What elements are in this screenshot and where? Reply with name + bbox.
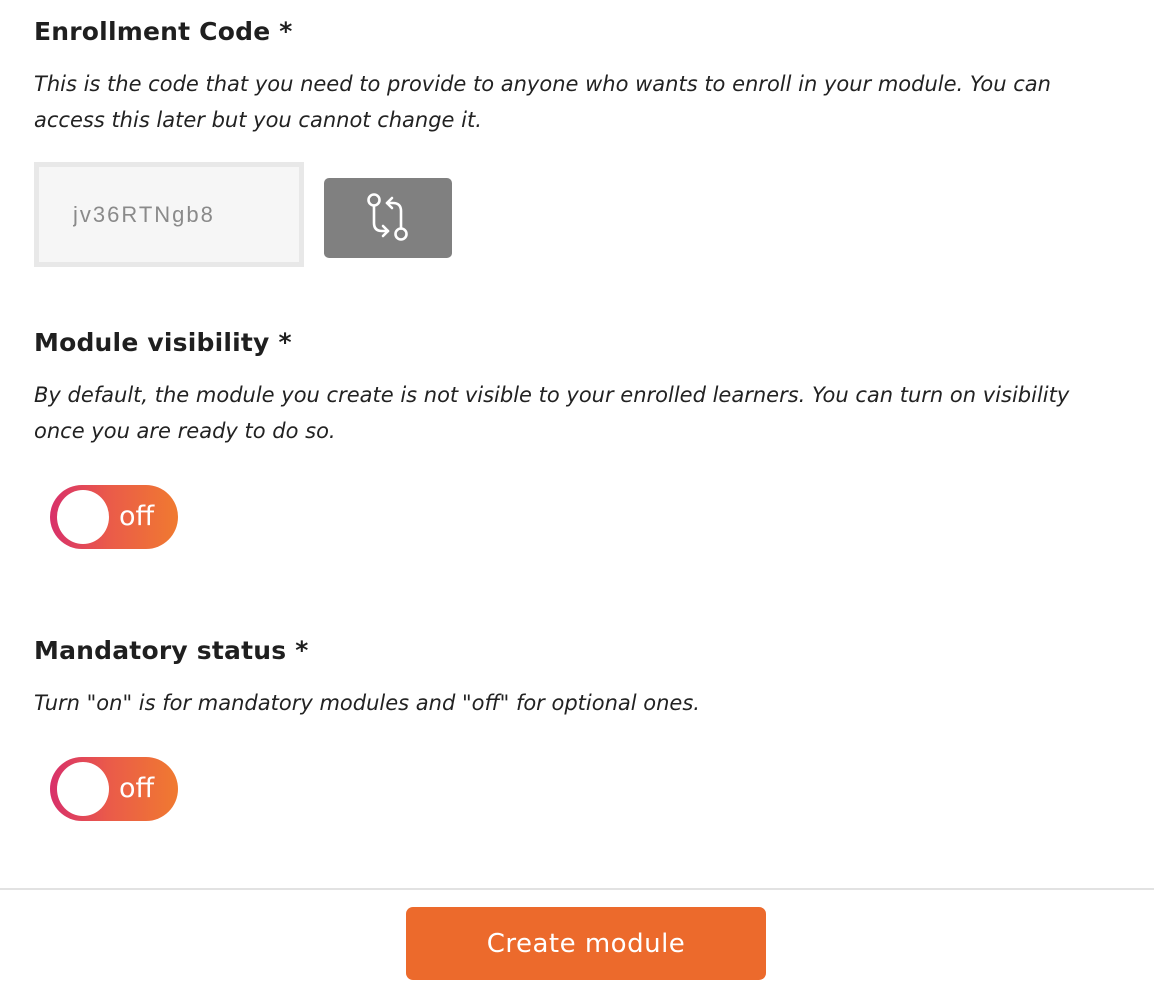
module-visibility-toggle[interactable]: off bbox=[50, 485, 178, 549]
mandatory-status-description: Turn "on" is for mandatory modules and "… bbox=[34, 691, 700, 715]
enrollment-code-title: Enrollment Code * bbox=[34, 17, 293, 46]
toggle-knob bbox=[57, 762, 109, 816]
enrollment-code-input[interactable] bbox=[39, 167, 299, 262]
create-module-button[interactable]: Create module bbox=[406, 907, 766, 980]
module-visibility-description: By default, the module you create is not… bbox=[34, 383, 1070, 443]
enrollment-code-description: This is the code that you need to provid… bbox=[34, 72, 1051, 132]
toggle-knob bbox=[57, 490, 109, 544]
footer-divider bbox=[0, 888, 1154, 890]
enrollment-code-field[interactable] bbox=[34, 162, 304, 267]
git-compare-icon bbox=[364, 192, 412, 245]
module-visibility-title: Module visibility * bbox=[34, 328, 292, 357]
create-module-form: Enrollment Code * This is the code that … bbox=[0, 0, 1154, 990]
toggle-state-label: off bbox=[119, 773, 155, 804]
toggle-state-label: off bbox=[119, 501, 155, 532]
mandatory-status-title: Mandatory status * bbox=[34, 636, 309, 665]
regenerate-code-button[interactable] bbox=[324, 178, 452, 258]
mandatory-status-toggle[interactable]: off bbox=[50, 757, 178, 821]
